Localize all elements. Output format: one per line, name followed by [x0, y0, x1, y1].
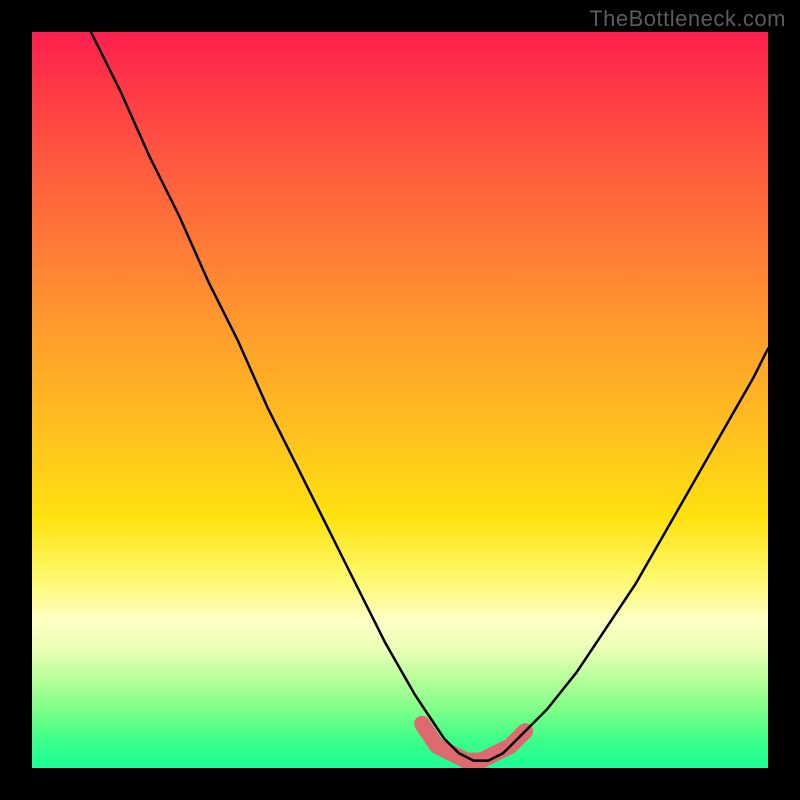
watermark-label: TheBottleneck.com	[589, 6, 786, 32]
curve-main-line	[91, 32, 768, 761]
curve-overlay	[32, 32, 768, 768]
plot-area	[32, 32, 768, 768]
chart-frame: TheBottleneck.com	[0, 0, 800, 800]
